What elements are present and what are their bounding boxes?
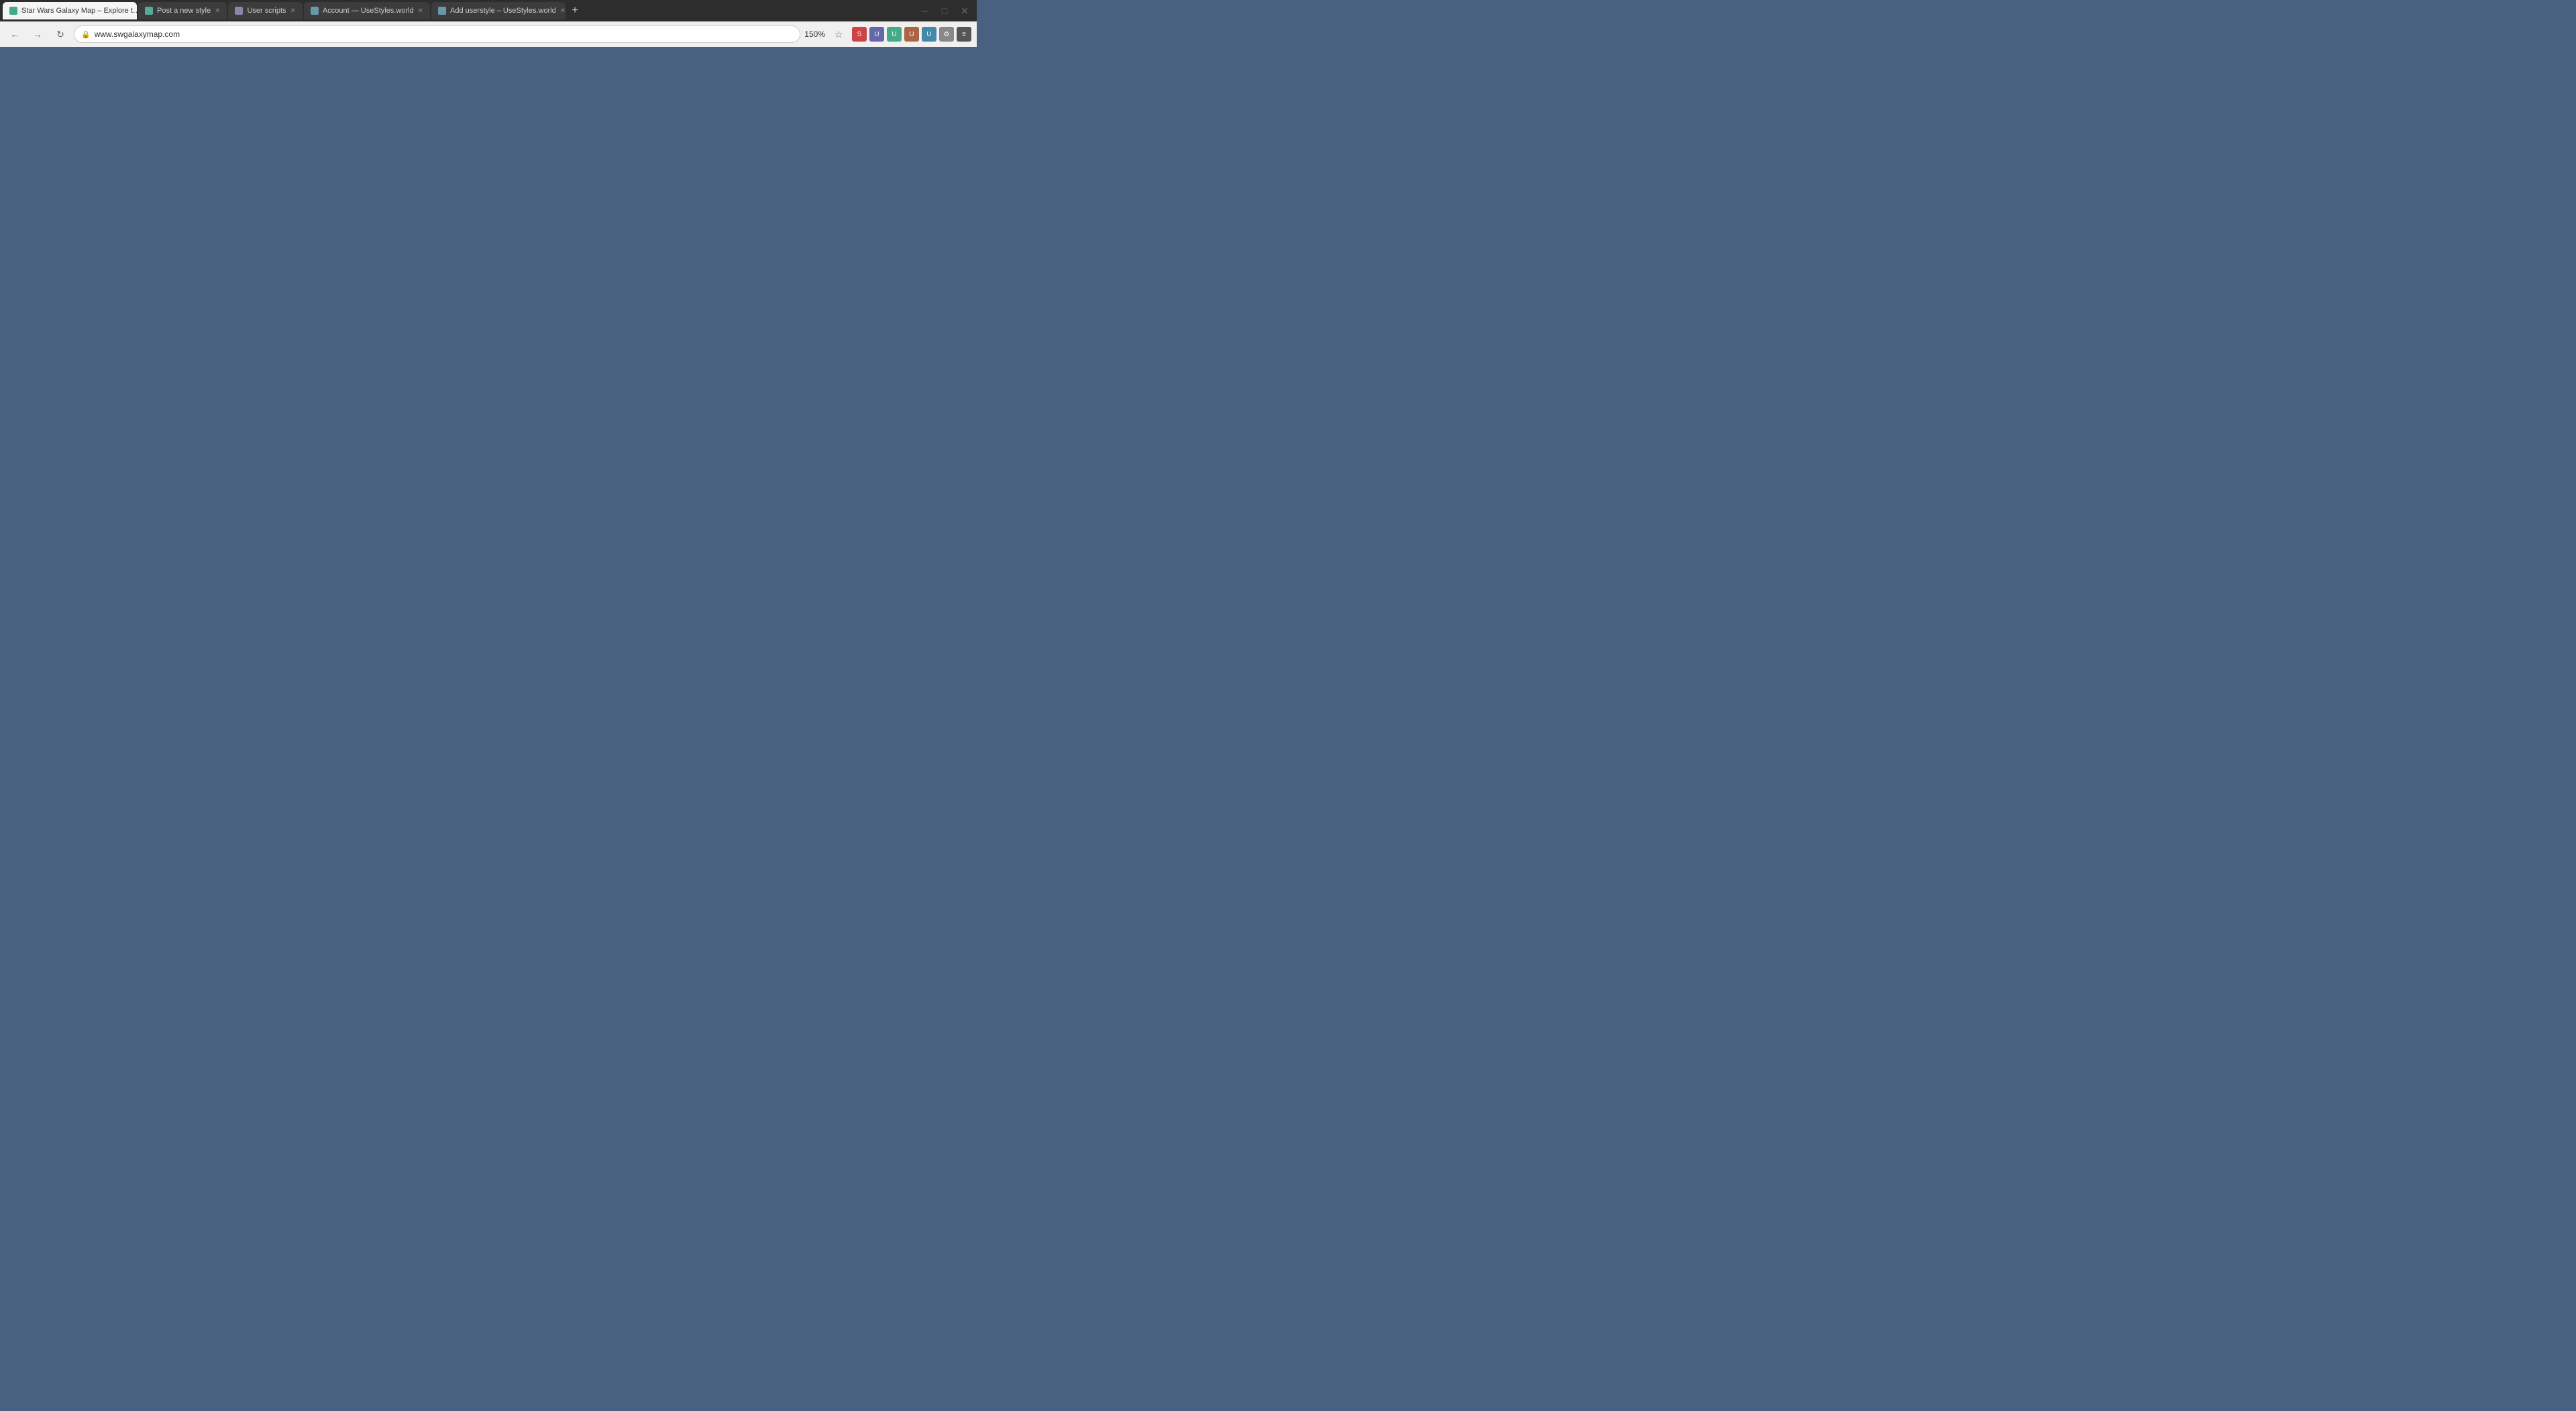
ext-7-icon[interactable]: ≡ (957, 27, 971, 42)
tab-1-label: Star Wars Galaxy Map – Explore t… (21, 7, 137, 15)
tab-5-close[interactable]: ✕ (560, 7, 566, 15)
ext-1-icon[interactable]: S (852, 27, 867, 42)
new-tab-button[interactable]: + (567, 3, 583, 19)
ext-3-icon[interactable]: U (887, 27, 902, 42)
ext-2-icon[interactable]: U (869, 27, 884, 42)
bookmark-button[interactable]: ☆ (829, 25, 848, 44)
tab-2[interactable]: Post a new style ✕ (138, 2, 227, 19)
maximize-button[interactable]: □ (935, 1, 954, 20)
tab-2-favicon (145, 7, 153, 15)
tab-4-label: Account — UseStyles.world (323, 7, 414, 15)
tab-2-close[interactable]: ✕ (215, 7, 220, 15)
tab-4[interactable]: Account — UseStyles.world ✕ (304, 2, 430, 19)
tab-3-favicon (235, 7, 243, 15)
tab-1-favicon (9, 7, 17, 15)
zoom-level: 150% (804, 30, 825, 39)
tab-3[interactable]: User scripts ✕ (228, 2, 302, 19)
reload-button[interactable]: ↻ (51, 25, 70, 44)
close-window-button[interactable]: ✕ (955, 1, 974, 20)
tab-3-label: User scripts (247, 7, 286, 15)
ext-4-icon[interactable]: U (904, 27, 919, 42)
extensions-bar: S U U U U ⚙ ≡ (852, 27, 971, 42)
ext-5-icon[interactable]: U (922, 27, 936, 42)
tab-5-label: Add userstyle – UseStyles.world (450, 7, 556, 15)
address-bar[interactable]: 🔒 www.swgalaxymap.com (74, 25, 800, 43)
tab-3-close[interactable]: ✕ (290, 7, 296, 15)
address-text: www.swgalaxymap.com (95, 30, 180, 39)
tab-5-favicon (438, 7, 446, 15)
lock-icon: 🔒 (81, 30, 91, 39)
tab-4-close[interactable]: ✕ (418, 7, 423, 15)
tab-bar: Star Wars Galaxy Map – Explore t… ✕ Post… (0, 0, 977, 21)
tab-4-favicon (311, 7, 319, 15)
tab-5[interactable]: Add userstyle – UseStyles.world ✕ (431, 2, 566, 19)
ext-6-icon[interactable]: ⚙ (939, 27, 954, 42)
browser-chrome: Star Wars Galaxy Map – Explore t… ✕ Post… (0, 0, 977, 47)
tab-1[interactable]: Star Wars Galaxy Map – Explore t… ✕ (3, 2, 137, 19)
back-button[interactable]: ← (5, 25, 24, 44)
browser-window: Star Wars Galaxy Map – Explore t… ✕ Post… (0, 0, 977, 47)
forward-button[interactable]: → (28, 25, 47, 44)
minimize-button[interactable]: ─ (915, 1, 934, 20)
nav-bar: ← → ↻ 🔒 www.swgalaxymap.com 150% ☆ S U U… (0, 21, 977, 47)
tab-2-label: Post a new style (157, 7, 211, 15)
